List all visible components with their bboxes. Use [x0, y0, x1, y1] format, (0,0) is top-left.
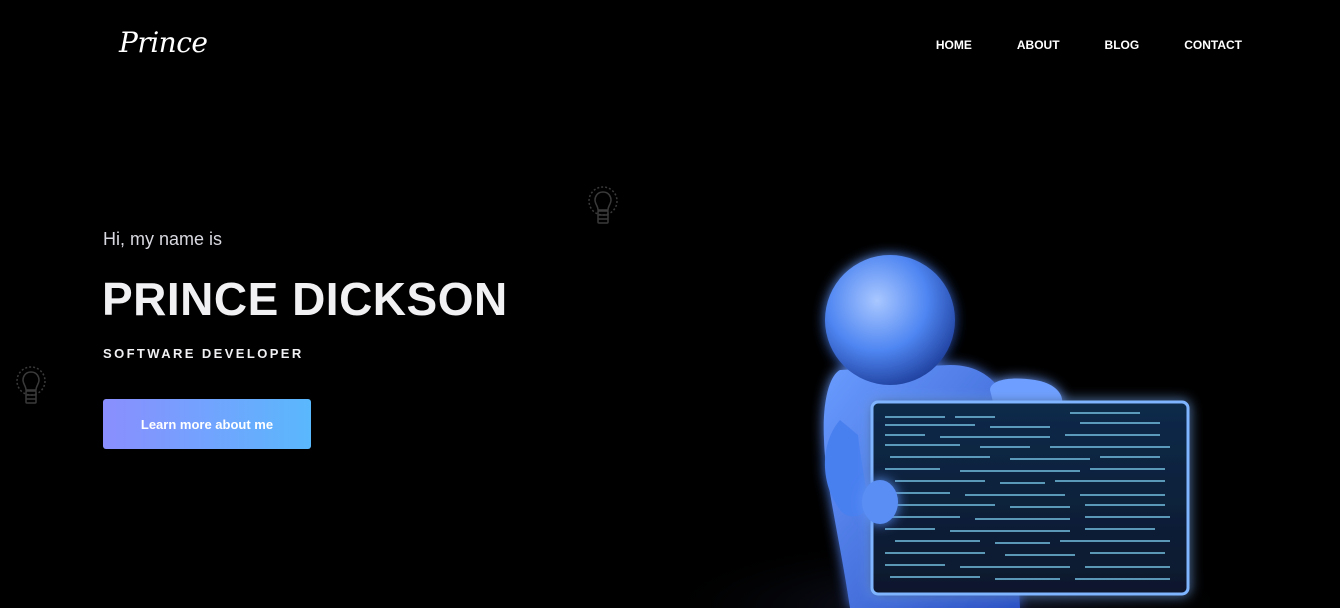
- hero-role: SOFTWARE DEVELOPER: [103, 346, 304, 361]
- nav-blog[interactable]: BLOG: [1105, 38, 1140, 52]
- lightbulb-icon: [16, 366, 46, 404]
- lightbulb-icon: [588, 186, 618, 224]
- nav-about[interactable]: ABOUT: [1017, 38, 1060, 52]
- figure-hand: [862, 480, 898, 524]
- hero-name: PRINCE DICKSON: [102, 273, 508, 325]
- hero-illustration: [690, 255, 1210, 608]
- nav-contact[interactable]: CONTACT: [1184, 38, 1242, 52]
- code-screen: [870, 400, 1190, 596]
- hero-greeting: Hi, my name is: [103, 229, 223, 249]
- site-logo[interactable]: Prince: [119, 26, 208, 59]
- main-nav: HOME ABOUT BLOG CONTACT: [936, 38, 1242, 52]
- learn-more-button[interactable]: Learn more about me: [103, 399, 311, 449]
- nav-home[interactable]: HOME: [936, 38, 972, 52]
